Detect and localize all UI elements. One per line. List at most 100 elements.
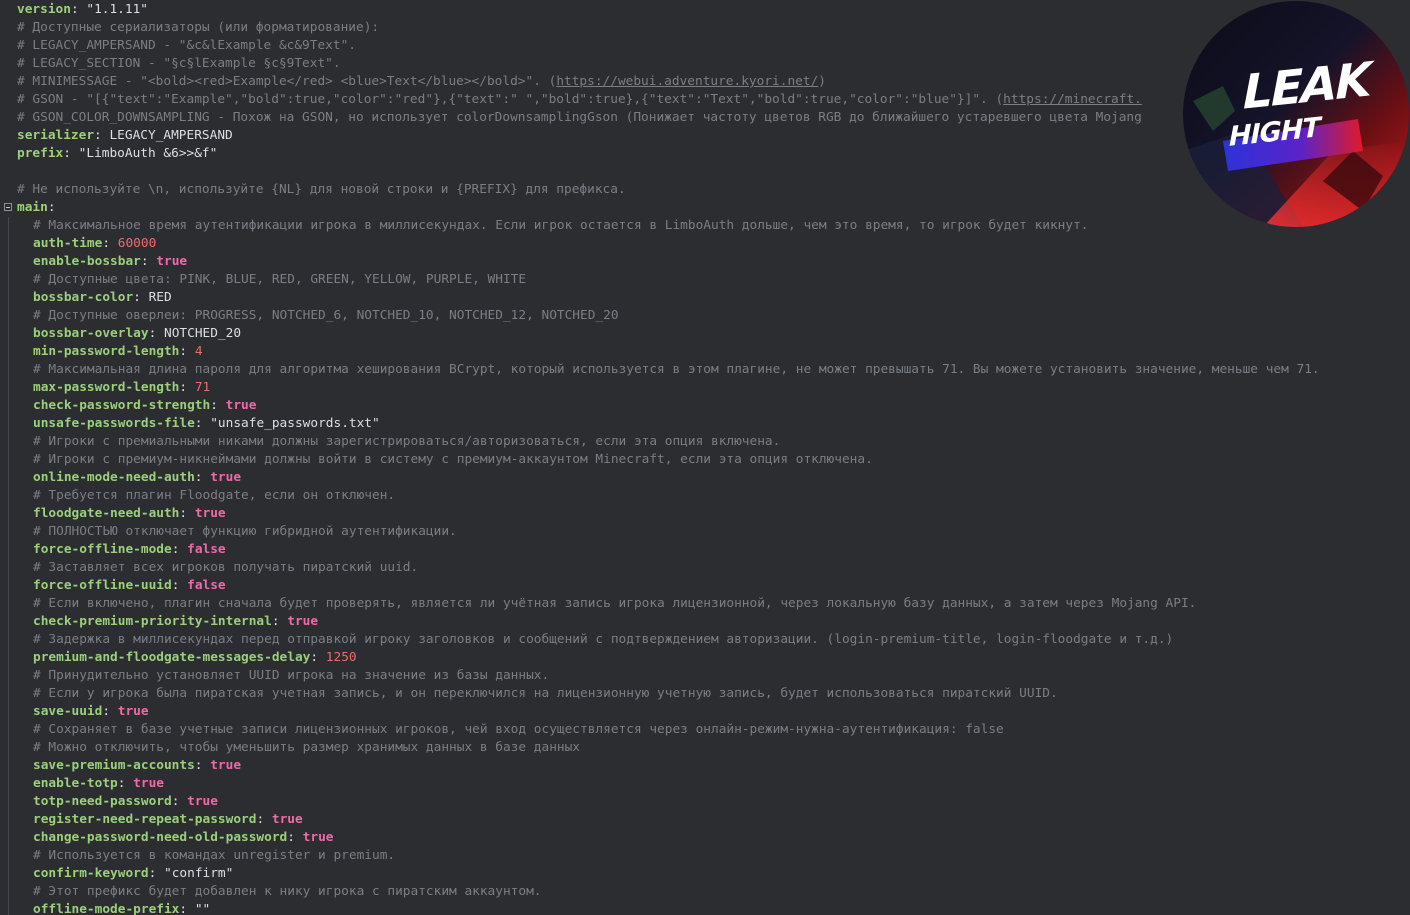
code-line[interactable]: # Не используйте \n, используйте {NL} дл… [0,181,1410,199]
yaml-comment: https://webui.adventure.kyori.net/ [556,74,819,89]
yaml-key: floodgate-need-auth [33,506,180,521]
code-line[interactable]: register-need-repeat-password: true [0,811,1410,829]
code-line[interactable]: # Игроки с премиальными никами должны за… [0,433,1410,451]
code-line[interactable]: # Доступные оверлеи: PROGRESS, NOTCHED_6… [0,307,1410,325]
code-line[interactable]: # ПОЛНОСТЬЮ отключает функцию гибридной … [0,523,1410,541]
code-line[interactable]: # Максимальная длина пароля для алгоритм… [0,361,1410,379]
yaml-key: check-password-strength [33,398,211,413]
yaml-key: register-need-repeat-password [33,812,257,827]
code-line[interactable]: floodgate-need-auth: true [0,505,1410,523]
yaml-punct: : [194,416,211,431]
yaml-number: 60000 [117,236,157,251]
code-line[interactable]: # Игроки с премиум-никнеймами должны вой… [0,451,1410,469]
yaml-boolean: true [210,470,242,485]
yaml-number: 4 [194,344,203,359]
yaml-punct: : [133,290,149,305]
yaml-comment: # Если включено, плагин сначала будет пр… [33,596,1197,611]
code-line[interactable]: # Максимальное время аутентификации игро… [0,217,1410,235]
code-line[interactable]: bossbar-color: RED [0,289,1410,307]
yaml-key: change-password-need-old-password [33,830,288,845]
code-line[interactable]: # Требуется плагин Floodgate, если он от… [0,487,1410,505]
code-line[interactable]: version: "1.1.11" [0,1,1410,19]
code-line[interactable]: # LEGACY_AMPERSAND - "&c&lExample &c&9Te… [0,37,1410,55]
yaml-comment: # Если у игрока была пиратская учетная з… [33,686,1058,701]
code-line[interactable]: force-offline-uuid: false [0,577,1410,595]
yaml-comment: # Используется в командах unregister и p… [33,848,396,863]
yaml-punct: : [148,326,164,341]
code-line[interactable]: premium-and-floodgate-messages-delay: 12… [0,649,1410,667]
code-line[interactable]: save-uuid: true [0,703,1410,721]
code-line[interactable]: bossbar-overlay: NOTCHED_20 [0,325,1410,343]
code-line[interactable]: confirm-keyword: "confirm" [0,865,1410,883]
yaml-boolean: true [302,830,334,845]
yaml-value: "confirm" [164,866,234,881]
code-line[interactable]: min-password-length: 4 [0,343,1410,361]
yaml-punct: : [310,650,326,665]
yaml-key: min-password-length [33,344,180,359]
code-line[interactable]: max-password-length: 71 [0,379,1410,397]
code-line[interactable]: # Доступные цвета: PINK, BLUE, RED, GREE… [0,271,1410,289]
yaml-comment: # Максимальное время аутентификации игро… [33,218,1089,233]
yaml-punct: : [271,614,288,629]
yaml-comment: # MINIMESSAGE - "<bold><red>Example</red… [17,74,557,89]
yaml-punct: : [194,758,211,773]
code-line[interactable]: unsafe-passwords-file: "unsafe_passwords… [0,415,1410,433]
code-line[interactable]: save-premium-accounts: true [0,757,1410,775]
yaml-comment: # Не используйте \n, используйте {NL} дл… [17,182,626,197]
yaml-boolean: false [187,542,226,557]
code-line[interactable]: # Этот префикс будет добавлен к нику игр… [0,883,1410,901]
code-line[interactable]: totp-need-password: true [0,793,1410,811]
code-line[interactable]: check-premium-priority-internal: true [0,613,1410,631]
yaml-boolean: true [271,812,303,827]
yaml-comment: ) [818,74,826,89]
code-line[interactable]: # Заставляет всех игроков получать пират… [0,559,1410,577]
yaml-key: unsafe-passwords-file [33,416,195,431]
code-line[interactable]: auth-time: 60000 [0,235,1410,253]
code-editor[interactable]: version: "1.1.11" # Доступные сериализато… [0,0,1410,915]
code-line[interactable]: # Если у игрока была пиратская учетная з… [0,685,1410,703]
code-line[interactable]: check-password-strength: true [0,397,1410,415]
yaml-key: premium-and-floodgate-messages-delay [33,650,311,665]
yaml-key: confirm-keyword [33,866,149,881]
code-line[interactable]: main: [0,199,1410,217]
yaml-comment: # GSON_COLOR_DOWNSAMPLING - Похож на GSO… [17,110,1142,125]
yaml-key: offline-mode-prefix [33,902,180,915]
code-line[interactable]: force-offline-mode: false [0,541,1410,559]
yaml-key: totp-need-password [33,794,172,809]
yaml-comment: # Доступные цвета: PINK, BLUE, RED, GREE… [33,272,527,287]
code-line[interactable]: # Принудительно установляет UUID игрока … [0,667,1410,685]
code-line[interactable]: change-password-need-old-password: true [0,829,1410,847]
yaml-comment: # Игроки с премиум-никнеймами должны вой… [33,452,873,467]
code-line[interactable]: # Используется в командах unregister и p… [0,847,1410,865]
yaml-punct: : [171,794,188,809]
code-line[interactable]: # Задержка в миллисекундах перед отправк… [0,631,1410,649]
yaml-punct: : [140,254,157,269]
yaml-value: NOTCHED_20 [164,326,242,341]
code-line[interactable]: enable-bossbar: true [0,253,1410,271]
yaml-punct: : [148,866,164,881]
yaml-comment: # Доступные сериализаторы (или форматиро… [17,20,380,35]
yaml-key: max-password-length [33,380,180,395]
code-line[interactable]: # Если включено, плагин сначала будет пр… [0,595,1410,613]
code-line[interactable]: enable-totp: true [0,775,1410,793]
yaml-punct: : [287,830,303,845]
code-line[interactable]: # Сохраняет в базе учетные записи лиценз… [0,721,1410,739]
yaml-key: check-premium-priority-internal [33,614,272,629]
code-line[interactable]: offline-mode-prefix: "" [0,901,1410,915]
yaml-punct: : [102,236,118,251]
yaml-number: 1250 [325,650,357,665]
yaml-comment: # LEGACY_AMPERSAND - "&c&lExample &c&9Te… [17,38,356,53]
yaml-key: online-mode-need-auth [33,470,195,485]
yaml-comment: # GSON - "[{"text":"Example","bold":true… [17,92,1004,107]
yaml-key: enable-totp [33,776,118,791]
fold-toggle-icon[interactable] [4,203,12,211]
yaml-comment: # Сохраняет в базе учетные записи лиценз… [33,722,1004,737]
code-line[interactable]: # Можно отключить, чтобы уменьшить разме… [0,739,1410,757]
yaml-value: "unsafe_passwords.txt" [210,416,380,431]
code-line[interactable]: online-mode-need-auth: true [0,469,1410,487]
code-line[interactable]: # Доступные сериализаторы (или форматиро… [0,19,1410,37]
yaml-boolean: true [187,794,218,809]
yaml-comment: # Доступные оверлеи: PROGRESS, NOTCHED_6… [33,308,619,323]
yaml-key: bossbar-overlay [33,326,149,341]
yaml-key: serializer [17,128,95,143]
